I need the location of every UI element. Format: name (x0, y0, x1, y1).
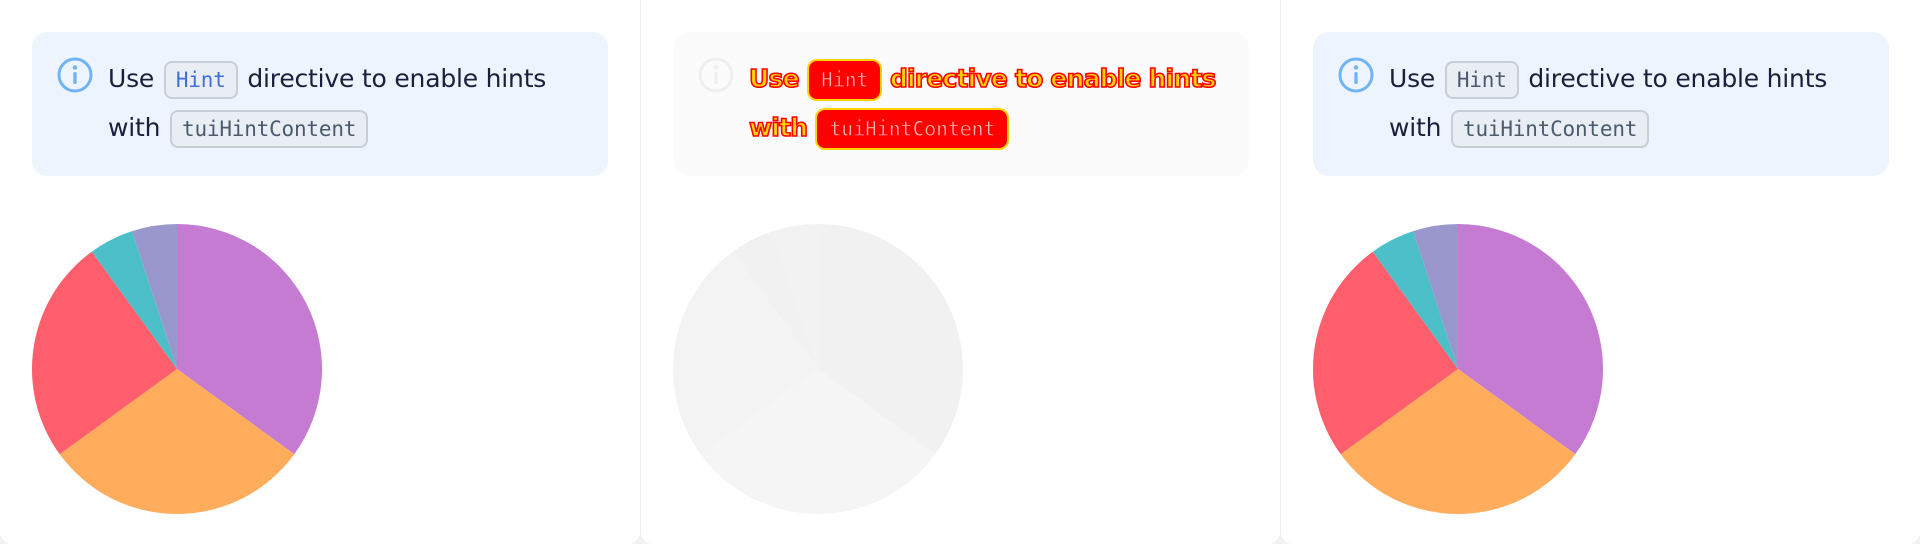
text-directive: directive to enable hints (247, 64, 547, 93)
notification-text: Use Hint directive to enable hints with … (108, 54, 584, 152)
text-with: with (748, 112, 809, 143)
code-hint-content: tuiHintContent (170, 110, 369, 148)
text-use: Use (108, 64, 155, 93)
notification-text: Use Hint directive to enable hints with … (748, 54, 1225, 152)
text-directive: directive to enable hints (1528, 64, 1828, 93)
info-icon (1338, 57, 1374, 93)
pie-chart (673, 224, 963, 514)
notification-text: Use Hint directive to enable hints with … (1389, 54, 1865, 152)
pie-chart (32, 224, 322, 514)
code-hint-content: tuiHintContent (817, 110, 1007, 148)
code-hint: Hint (808, 61, 881, 99)
demo-panel-2: Use Hint directive to enable hints with … (640, 0, 1280, 544)
code-hint: Hint (163, 61, 238, 99)
text-with: with (108, 113, 161, 142)
info-icon (57, 57, 93, 93)
demo-panel-3: Use Hint directive to enable hints with … (1280, 0, 1920, 544)
panels-container: Use Hint directive to enable hints with … (0, 0, 1920, 544)
hint-notification: Use Hint directive to enable hints with … (1313, 32, 1889, 176)
code-hint: Hint (1444, 61, 1519, 99)
code-hint-content: tuiHintContent (1451, 110, 1650, 148)
text-use: Use (748, 63, 800, 94)
hint-notification: Use Hint directive to enable hints with … (32, 32, 608, 176)
text-directive: directive to enable hints (889, 63, 1217, 94)
demo-panel-1: Use Hint directive to enable hints with … (0, 0, 640, 544)
pie-chart (1313, 224, 1603, 514)
info-icon (698, 57, 734, 93)
hint-notification: Use Hint directive to enable hints with … (673, 32, 1249, 176)
text-use: Use (1389, 64, 1436, 93)
text-with: with (1389, 113, 1442, 142)
